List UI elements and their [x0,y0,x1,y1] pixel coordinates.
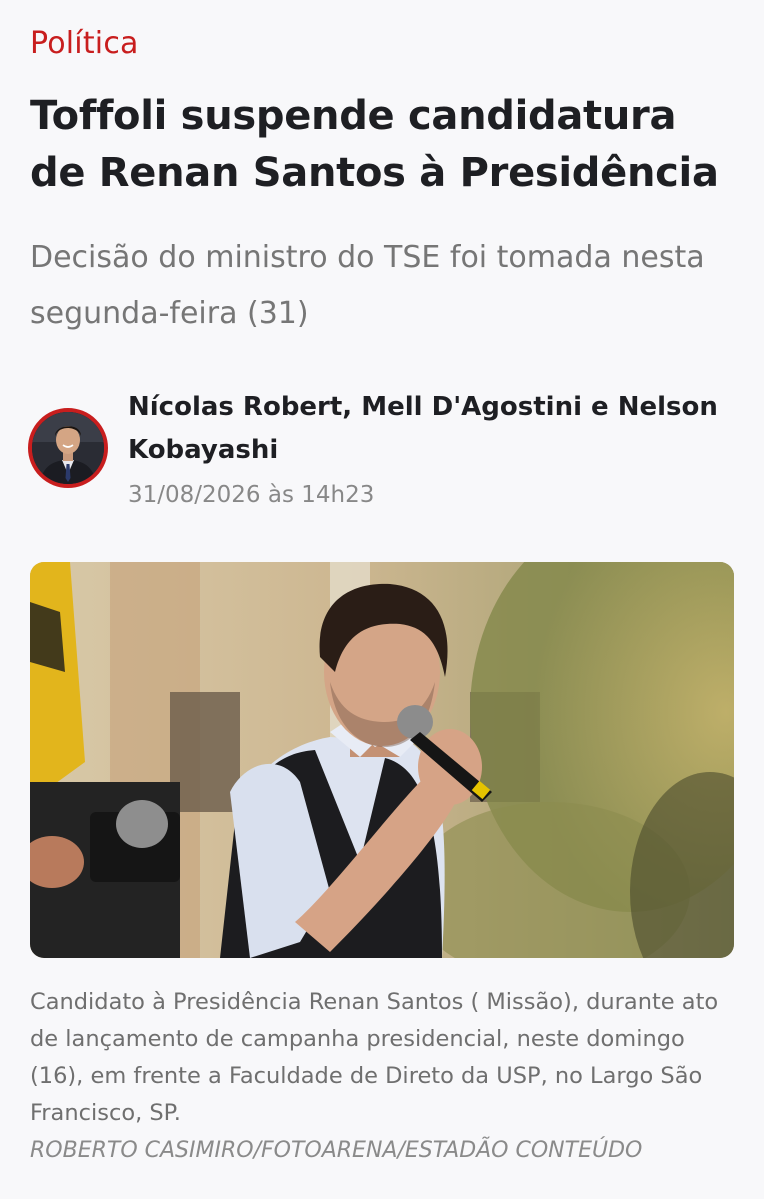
publish-date: 31/08/2026 às 14h23 [128,482,375,508]
article-photo[interactable] [30,562,734,958]
author-names[interactable]: Nícolas Robert, Mell D'Agostini e Nelson… [128,386,728,472]
photo-caption-text: Candidato à Presidência Renan Santos ( M… [30,989,719,1126]
author-avatar[interactable] [28,408,108,488]
photo-caption: Candidato à Presidência Renan Santos ( M… [30,984,740,1169]
article-headline: Toffoli suspende candidatura de Renan Sa… [30,93,719,196]
section-label[interactable]: Política [30,26,139,61]
article-page: Política Toffoli suspende candidatura de… [0,0,764,1199]
article-subtitle: Decisão do ministro do TSE foi tomada ne… [30,240,705,331]
photo-credit: ROBERTO CASIMIRO/FOTOARENA/ESTADÃO CONTE… [30,1138,643,1163]
